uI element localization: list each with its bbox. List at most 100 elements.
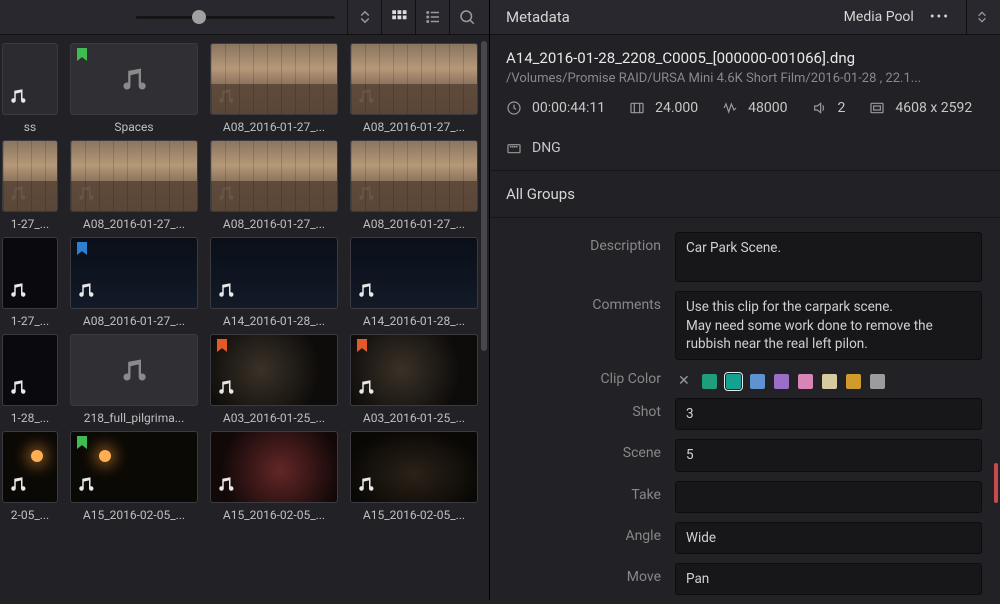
clip-label: Spaces [114, 120, 153, 134]
comments-input[interactable] [675, 291, 982, 360]
color-swatch[interactable] [774, 374, 789, 389]
clip-item[interactable]: ss [0, 43, 60, 134]
clip-item[interactable]: A14_2016-01-28_... [348, 237, 480, 328]
clip-thumbnail[interactable] [210, 334, 338, 406]
clip-item[interactable]: A08_2016-01-27_... [68, 140, 200, 231]
clip-thumbnail[interactable] [350, 237, 478, 309]
list-view-button[interactable] [415, 0, 449, 35]
clip-thumbnail[interactable] [350, 431, 478, 503]
move-input[interactable] [675, 563, 982, 595]
take-input[interactable] [675, 481, 982, 513]
grid-view-button[interactable] [381, 0, 415, 35]
clip-thumbnail[interactable] [2, 237, 58, 309]
search-button[interactable] [449, 0, 483, 35]
clip-item[interactable]: Spaces [68, 43, 200, 134]
clip-thumbnail[interactable] [350, 43, 478, 115]
clip-item[interactable]: A03_2016-01-25_... [208, 334, 340, 425]
color-swatch[interactable] [822, 374, 837, 389]
clip-thumbnail[interactable] [350, 334, 478, 406]
audio-icon [9, 281, 27, 303]
codec-stat: DNG [506, 140, 561, 156]
angle-label: Angle [490, 522, 675, 544]
clip-thumbnail[interactable] [210, 237, 338, 309]
clip-thumbnail[interactable] [2, 334, 58, 406]
clip-thumbnail[interactable] [350, 140, 478, 212]
clip-item[interactable]: A03_2016-01-25_... [348, 334, 480, 425]
audio-icon [357, 281, 375, 303]
clip-item[interactable]: A15_2016-02-05_... [68, 431, 200, 522]
color-swatch[interactable] [798, 374, 813, 389]
thumbnail-size-slider[interactable] [136, 16, 335, 19]
clip-thumbnail[interactable] [70, 334, 198, 406]
clip-label: A08_2016-01-27_... [363, 120, 465, 134]
clear-color-button[interactable]: ✕ [675, 373, 693, 389]
clip-label: A03_2016-01-25_... [223, 411, 325, 425]
clip-label: 1-28_... [11, 411, 49, 425]
clip-thumbnail[interactable] [70, 237, 198, 309]
scrollbar[interactable] [481, 41, 487, 351]
clip-item[interactable]: A08_2016-01-27_... [348, 43, 480, 134]
bookmark-icon [77, 436, 87, 449]
audio-icon [217, 475, 235, 497]
clip-thumbnail[interactable] [210, 43, 338, 115]
audio-icon [357, 87, 375, 109]
clip-label: A08_2016-01-27_... [83, 314, 185, 328]
clip-thumbnail[interactable] [70, 431, 198, 503]
fps-stat: 24.000 [629, 100, 698, 116]
clip-thumbnail[interactable] [2, 140, 58, 212]
audio-icon [217, 184, 235, 206]
audio-icon [77, 281, 95, 303]
clip-thumbnail[interactable] [2, 43, 58, 115]
color-swatch[interactable] [870, 374, 885, 389]
clip-thumbnail[interactable] [210, 140, 338, 212]
clip-item[interactable]: 1-28_... [0, 334, 60, 425]
clip-label: A15_2016-02-05_... [363, 508, 465, 522]
clip-item[interactable]: A15_2016-02-05_... [208, 431, 340, 522]
audio-rate-stat: 48000 [722, 100, 787, 116]
speaker-icon [812, 100, 828, 116]
shot-input[interactable] [675, 398, 982, 430]
clip-item[interactable]: A14_2016-01-28_... [208, 237, 340, 328]
color-swatch[interactable] [726, 374, 741, 389]
clip-item[interactable]: 1-27_... [0, 140, 60, 231]
clip-item[interactable]: 218_full_pilgrima... [68, 334, 200, 425]
color-swatch[interactable] [750, 374, 765, 389]
clip-thumbnail[interactable] [210, 431, 338, 503]
color-swatch[interactable] [846, 374, 861, 389]
angle-input[interactable] [675, 522, 982, 554]
move-label: Move [490, 563, 675, 585]
bookmark-icon [357, 339, 367, 352]
filepath: /Volumes/Promise RAID/URSA Mini 4.6K Sho… [506, 71, 984, 86]
clip-item[interactable]: 1-27_... [0, 237, 60, 328]
clip-grid-area: ssSpacesA08_2016-01-27_...A08_2016-01-27… [0, 35, 489, 600]
edge-indicator [994, 463, 998, 503]
sort-button[interactable] [347, 0, 381, 35]
clip-item[interactable]: A08_2016-01-27_... [68, 237, 200, 328]
color-swatch[interactable] [702, 374, 717, 389]
clip-item[interactable]: 2-05_... [0, 431, 60, 522]
clip-label: A08_2016-01-27_... [363, 217, 465, 231]
shot-label: Shot [490, 398, 675, 420]
clip-label: 218_full_pilgrima... [84, 411, 185, 425]
slider-thumb[interactable] [192, 10, 206, 24]
groups-header[interactable]: All Groups [490, 171, 1000, 218]
clip-item[interactable]: A08_2016-01-27_... [208, 43, 340, 134]
audio-icon [9, 184, 27, 206]
clip-thumbnail[interactable] [70, 43, 198, 115]
clip-thumbnail[interactable] [70, 140, 198, 212]
clip-thumbnail[interactable] [2, 431, 58, 503]
clip-item[interactable]: A08_2016-01-27_... [208, 140, 340, 231]
clip-label: A14_2016-01-28_... [363, 314, 465, 328]
clip-item[interactable]: A08_2016-01-27_... [348, 140, 480, 231]
description-input[interactable] [675, 232, 982, 282]
clip-label: A08_2016-01-27_... [223, 120, 325, 134]
scene-input[interactable] [675, 439, 982, 471]
audio-icon [217, 87, 235, 109]
options-button[interactable]: ••• [926, 9, 954, 25]
clip-item[interactable]: A15_2016-02-05_... [348, 431, 480, 522]
clip-label: 1-27_... [11, 217, 49, 231]
expand-button[interactable] [966, 0, 996, 35]
clip-label: A03_2016-01-25_... [363, 411, 465, 425]
browser-toolbar [0, 0, 489, 35]
media-pool-label[interactable]: Media Pool [844, 9, 914, 25]
